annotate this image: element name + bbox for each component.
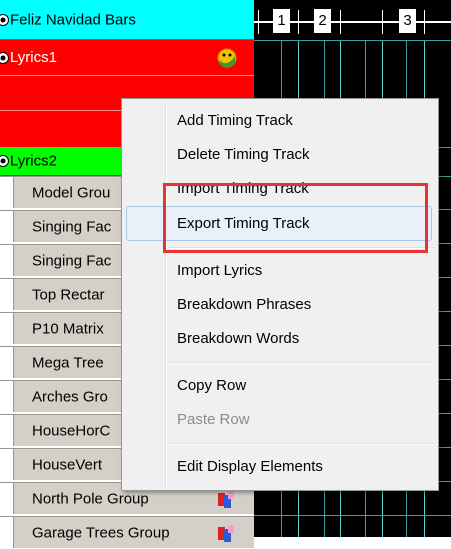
menu-item-breakdown-phrases[interactable]: Breakdown Phrases — [177, 296, 311, 313]
menu-item-paste-row: Paste Row — [177, 411, 250, 428]
annotation-highlight-box — [163, 183, 428, 253]
circle-toggle-icon[interactable] — [0, 13, 10, 27]
circle-toggle-icon[interactable] — [0, 51, 10, 65]
ruler-tick — [258, 10, 259, 34]
row-gutter — [0, 211, 14, 242]
ruler-label-3: 3 — [399, 9, 416, 33]
ruler-tick — [424, 10, 425, 34]
model-label: Mega Tree — [32, 354, 104, 371]
row-gutter — [0, 279, 14, 310]
ruler-label-1: 1 — [273, 9, 290, 33]
circle-toggle-icon[interactable] — [0, 154, 10, 168]
menu-gutter — [166, 101, 167, 488]
model-label: HouseVert — [32, 456, 103, 473]
row-gutter — [0, 245, 14, 276]
menu-item-delete-timing-track[interactable]: Delete Timing Track — [177, 146, 310, 163]
model-label: Arches Gro — [32, 388, 108, 405]
row-divider — [0, 75, 254, 76]
time-ruler[interactable]: 1 2 3 — [254, 0, 451, 40]
lyrics-face-icon — [217, 48, 237, 68]
model-label: HouseHorC — [32, 422, 111, 439]
ruler-tick — [298, 10, 299, 34]
ruler-tick — [340, 10, 341, 34]
model-group-icon — [218, 525, 234, 542]
menu-item-import-lyrics[interactable]: Import Lyrics — [177, 262, 262, 279]
model-group-icon — [218, 491, 234, 508]
model-label: Singing Fac — [32, 252, 112, 269]
context-menu: Add Timing Track Delete Timing Track Imp… — [121, 98, 439, 491]
row-gutter — [0, 177, 14, 208]
grid-row-line — [254, 515, 451, 516]
model-label: P10 Matrix — [32, 320, 104, 337]
menu-separator — [168, 362, 434, 364]
timing-track-label: Lyrics2 — [10, 152, 57, 170]
model-label: North Pole Group — [32, 490, 149, 507]
model-label: Garage Trees Group — [32, 524, 170, 541]
model-row[interactable]: Garage Trees Group — [0, 516, 254, 549]
row-gutter — [0, 483, 14, 514]
menu-item-breakdown-words[interactable]: Breakdown Words — [177, 330, 299, 347]
row-gutter — [0, 449, 14, 480]
menu-item-copy-row[interactable]: Copy Row — [177, 377, 246, 394]
timing-track-label: Lyrics1 — [10, 49, 57, 66]
model-label: Singing Fac — [32, 218, 112, 235]
menu-item-edit-display-elements[interactable]: Edit Display Elements — [177, 458, 323, 475]
row-gutter — [0, 347, 14, 378]
row-gutter — [0, 313, 14, 344]
timing-track-label: Feliz Navidad Bars — [10, 11, 136, 28]
ruler-tick — [382, 10, 383, 34]
model-label: Top Rectar — [32, 286, 105, 303]
timing-track-row-feliz-navidad[interactable]: Feliz Navidad Bars — [0, 0, 254, 40]
grid-row-line — [254, 40, 451, 41]
model-label: Model Grou — [32, 184, 111, 201]
menu-item-add-timing-track[interactable]: Add Timing Track — [177, 112, 293, 129]
row-gutter — [0, 415, 14, 446]
row-gutter — [0, 517, 14, 548]
row-gutter — [0, 381, 14, 412]
menu-separator — [168, 443, 434, 445]
ruler-label-2: 2 — [314, 9, 331, 33]
